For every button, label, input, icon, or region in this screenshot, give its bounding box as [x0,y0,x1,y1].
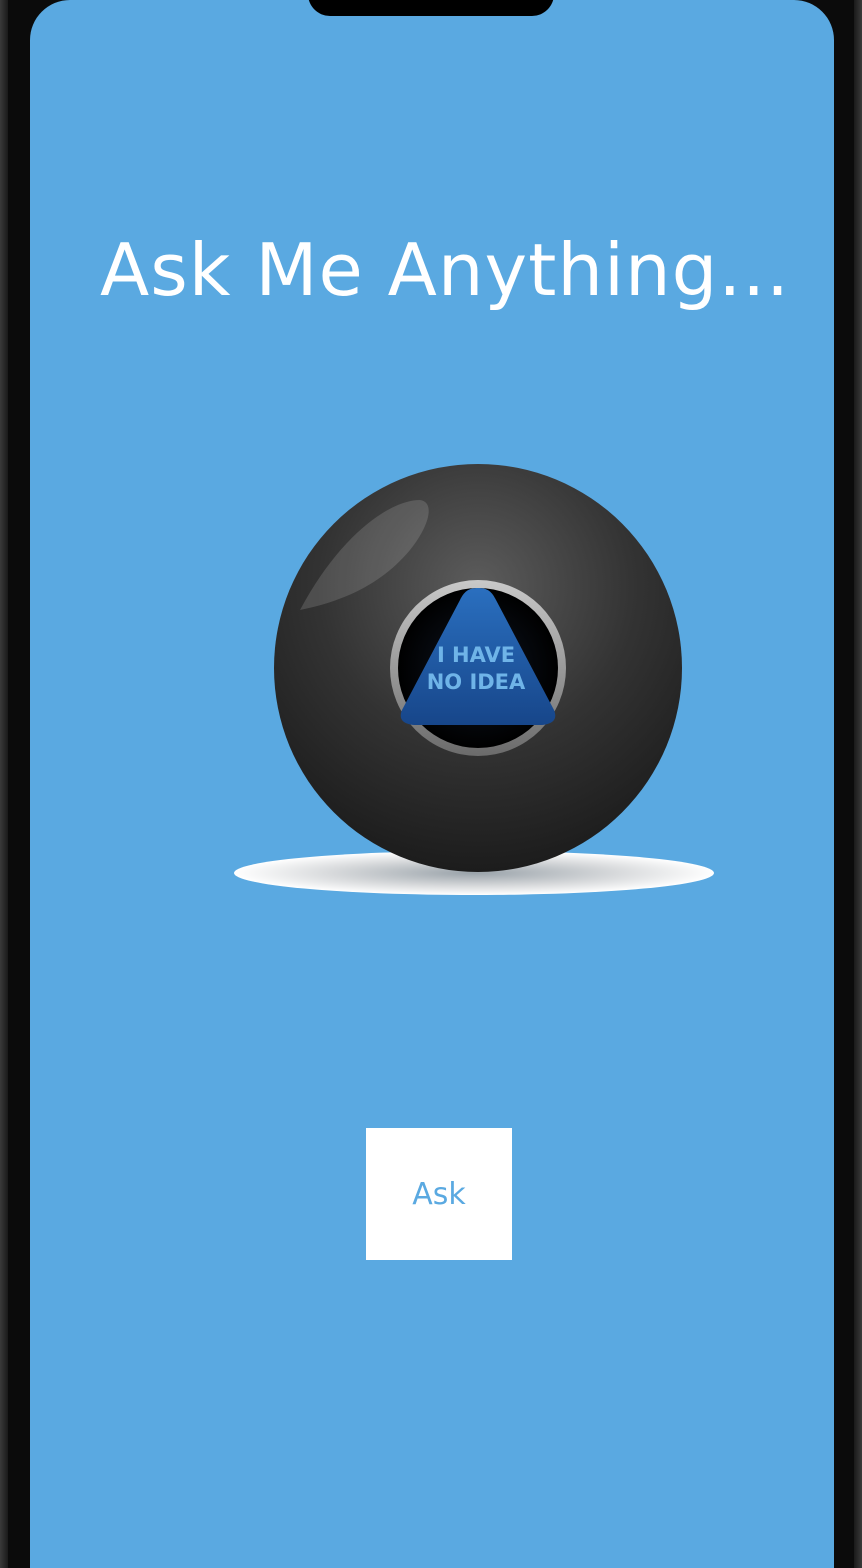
answer-line-2: NO IDEA [427,670,526,694]
device-frame: Ask Me Anything... I HAVE NO IDEA Ask [0,0,862,1568]
answer-line-1: I HAVE [437,643,515,667]
page-title: Ask Me Anything... [99,228,790,312]
bezel-left [0,0,8,1568]
device-notch [308,0,554,16]
bezel-right [854,0,862,1568]
magic-8-ball-icon: I HAVE NO IDEA [190,440,730,920]
ask-button[interactable]: Ask [366,1128,512,1260]
app-screen: Ask Me Anything... I HAVE NO IDEA Ask [30,0,834,1568]
